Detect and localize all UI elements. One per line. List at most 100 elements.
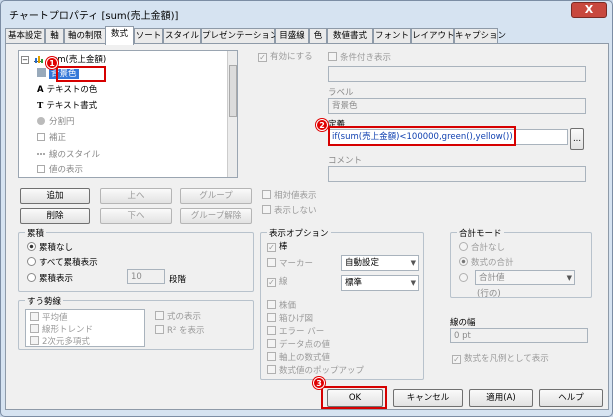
marker-dropdown[interactable]: 自動設定 ▼ bbox=[341, 255, 419, 271]
tab-font[interactable]: フォント bbox=[373, 28, 411, 44]
stock-checkbox[interactable]: 株価 bbox=[267, 300, 296, 312]
display-options-title: 表示オプション bbox=[267, 227, 331, 239]
enable-label: 有効にする bbox=[270, 52, 313, 62]
trend-poly2[interactable]: 2次元多項式 bbox=[30, 336, 90, 346]
tree-item-line-style[interactable]: 線のスタイル bbox=[37, 147, 100, 161]
title-bar[interactable]: チャートプロパティ [sum(売上金額)] X bbox=[1, 1, 612, 25]
error-bar-checkbox[interactable]: エラー バー bbox=[267, 326, 324, 338]
tab-sort[interactable]: ソート bbox=[134, 28, 163, 44]
conditional-field[interactable] bbox=[328, 66, 586, 82]
apply-button[interactable]: 適用(A) bbox=[469, 389, 533, 407]
scroll-thumb[interactable] bbox=[229, 65, 237, 117]
trend-average[interactable]: 平均値 bbox=[30, 312, 68, 324]
tree-item-text-color[interactable]: A テキストの色 bbox=[37, 83, 97, 97]
tree-item-show-value[interactable]: 値の表示 bbox=[37, 163, 83, 177]
popup-label: 数式値のポップアップ bbox=[279, 366, 365, 376]
help-button[interactable]: ヘルプ bbox=[539, 389, 603, 407]
tree-item-text-format[interactable]: T テキスト書式 bbox=[37, 99, 97, 113]
offset-icon bbox=[37, 133, 45, 141]
comment-field[interactable] bbox=[328, 166, 586, 182]
window-title: チャートプロパティ [sum(売上金額)] bbox=[9, 11, 179, 22]
label-field[interactable]: 背景色 bbox=[328, 98, 586, 114]
down-button[interactable]: 下へ bbox=[100, 208, 172, 224]
formula-as-legend-checkbox[interactable]: ✓ 数式を凡例として表示 bbox=[452, 354, 549, 365]
pie-icon bbox=[37, 117, 45, 125]
boxplot-checkbox[interactable]: 箱ひげ図 bbox=[267, 313, 313, 325]
radio-label: 累積なし bbox=[39, 243, 74, 253]
trend-linear[interactable]: 線形トレンド bbox=[30, 324, 93, 336]
tree-scrollbar[interactable] bbox=[227, 51, 237, 177]
values-label: データ点の値 bbox=[279, 340, 331, 350]
conditional-checkbox[interactable]: 条件付き表示 bbox=[328, 52, 391, 64]
marker-1: 1 bbox=[46, 57, 58, 69]
radio-label: すべて累積表示 bbox=[39, 258, 98, 268]
close-button[interactable]: X bbox=[571, 2, 607, 18]
no-accumulation-radio[interactable]: 累積なし bbox=[27, 242, 73, 254]
expression-total-radio[interactable]: 数式の合計 bbox=[459, 257, 514, 269]
tree-item-offset[interactable]: 補正 bbox=[37, 131, 66, 145]
tab-gridlines[interactable]: 目盛線 bbox=[275, 28, 309, 44]
line-style-icon bbox=[37, 147, 45, 155]
tab-expressions[interactable]: 数式 bbox=[105, 26, 134, 45]
bar-checkbox[interactable]: ✓ 棒 bbox=[267, 242, 288, 253]
tab-general[interactable]: 基本設定 bbox=[5, 28, 45, 44]
highlight-box-1 bbox=[56, 66, 106, 82]
checkbox-box bbox=[267, 300, 276, 309]
no-total-radio[interactable]: 合計なし bbox=[459, 242, 505, 254]
radio-label: 数式の合計 bbox=[471, 258, 514, 268]
tab-caption[interactable]: キャプション bbox=[454, 28, 506, 44]
relative-checkbox[interactable]: 相対値表示 bbox=[262, 190, 317, 202]
tree-item-label: 線のスタイル bbox=[49, 150, 101, 160]
tree-root[interactable]: − sum(売上金額) bbox=[21, 53, 106, 67]
chevron-down-icon: ▼ bbox=[410, 279, 416, 287]
line-label: 線 bbox=[279, 277, 288, 287]
text-format-icon: T bbox=[37, 101, 44, 111]
collapse-icon[interactable]: − bbox=[21, 56, 29, 64]
cancel-button[interactable]: キャンセル bbox=[393, 389, 463, 407]
axis-text-label: 軸上の数式値 bbox=[279, 353, 331, 363]
text-on-axis-checkbox[interactable]: 軸上の数式値 bbox=[267, 352, 330, 364]
delete-button[interactable]: 削除 bbox=[20, 208, 90, 224]
trend-label: 平均値 bbox=[42, 313, 68, 323]
aggregate-dropdown[interactable]: 合計値 ▼ bbox=[475, 270, 575, 285]
label-caption: ラベル bbox=[328, 88, 354, 98]
line-checkbox[interactable]: ✓ 線 bbox=[267, 277, 288, 288]
enable-checkbox[interactable]: ✓ 有効にする bbox=[258, 52, 313, 63]
show-formula-checkbox[interactable]: 式の表示 bbox=[155, 311, 201, 323]
steps-radio[interactable]: 累積表示 bbox=[27, 273, 73, 285]
hide-label: 表示しない bbox=[274, 206, 317, 216]
checkbox-box bbox=[328, 52, 337, 61]
tab-presentation[interactable]: プレゼンテーション bbox=[201, 28, 278, 44]
steps-spinner[interactable]: 10 bbox=[127, 269, 165, 284]
accumulation-group: 累積 累積なし すべて累積表示 累積表示 10 段階 bbox=[18, 227, 254, 292]
values-on-data-points-checkbox[interactable]: データ点の値 bbox=[267, 339, 330, 351]
tab-axis[interactable]: 軸 bbox=[45, 28, 64, 44]
tab-color[interactable]: 色 bbox=[309, 28, 327, 44]
tab-layout[interactable]: レイアウト bbox=[411, 28, 455, 44]
bar-label: 棒 bbox=[279, 242, 288, 252]
comment-caption: コメント bbox=[328, 156, 363, 166]
full-accumulation-radio[interactable]: すべて累積表示 bbox=[27, 257, 98, 269]
ungroup-button[interactable]: グループ解除 bbox=[180, 208, 252, 224]
line-width-field[interactable]: 0 pt bbox=[450, 328, 588, 343]
aggregate-radio[interactable] bbox=[459, 273, 471, 285]
tree-item-pie-pop[interactable]: 分割円 bbox=[37, 115, 75, 129]
check-icon: ✓ bbox=[452, 355, 461, 364]
up-button[interactable]: 上へ bbox=[100, 188, 172, 204]
expression-editor-button[interactable]: ... bbox=[570, 128, 584, 150]
tab-style[interactable]: スタイル bbox=[163, 28, 201, 44]
group-button[interactable]: グループ bbox=[180, 188, 252, 204]
popup-checkbox[interactable]: 数式値のポップアップ bbox=[267, 365, 364, 377]
show-r2-checkbox[interactable]: R² を表示 bbox=[155, 325, 205, 337]
tree-item-label: 値の表示 bbox=[49, 165, 84, 175]
checkbox-box bbox=[267, 313, 276, 322]
tab-number[interactable]: 数値書式 bbox=[327, 28, 373, 44]
trendline-list[interactable]: 平均値 線形トレンド 2次元多項式 bbox=[25, 309, 145, 347]
add-button[interactable]: 追加 bbox=[20, 188, 90, 204]
tab-axis-limits[interactable]: 軸の制限 bbox=[64, 28, 106, 44]
marker-checkbox[interactable]: マーカー bbox=[267, 258, 313, 270]
hide-checkbox[interactable]: 表示しない bbox=[262, 205, 317, 217]
display-options-group: 表示オプション ✓ 棒 マーカー 自動設定 ▼ ✓ 線 標準 ▼ 株価 箱ひげ図 エラー… bbox=[260, 227, 424, 380]
marker-dropdown-value: 自動設定 bbox=[345, 258, 380, 268]
line-dropdown[interactable]: 標準 ▼ bbox=[341, 275, 419, 291]
